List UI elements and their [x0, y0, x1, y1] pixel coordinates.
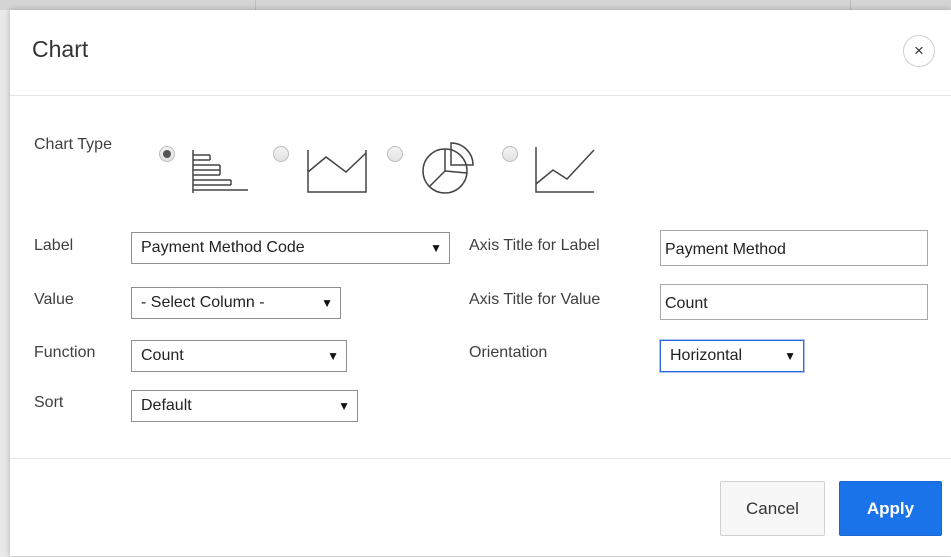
background-page [0, 0, 951, 10]
orientation-select[interactable]: Horizontal ▼ [660, 340, 804, 372]
dropdown-arrow-icon: ▼ [327, 349, 339, 363]
chart-type-bar-radio[interactable] [159, 146, 175, 162]
apply-button[interactable]: Apply [839, 481, 942, 536]
bar-chart-icon[interactable] [191, 149, 251, 194]
function-field-label: Function [34, 344, 96, 361]
dialog-footer: Cancel Apply [10, 458, 951, 557]
background-divider [255, 0, 256, 10]
close-button[interactable]: × [903, 35, 935, 67]
label-select[interactable]: Payment Method Code ▼ [131, 232, 450, 264]
axis-title-value-field-label: Axis Title for Value [469, 291, 601, 308]
chart-type-area-radio[interactable] [273, 146, 289, 162]
dropdown-arrow-icon: ▼ [430, 241, 442, 255]
dropdown-arrow-icon: ▼ [338, 399, 350, 413]
function-select-value: Count [141, 347, 184, 364]
orientation-field-label: Orientation [469, 344, 548, 361]
value-select-value: - Select Column - [141, 294, 265, 311]
value-field-label: Value [34, 291, 74, 308]
sort-field-label: Sort [34, 394, 64, 411]
chart-dialog: Chart × Chart Type Label Payment Method … [10, 10, 951, 556]
value-select[interactable]: - Select Column - ▼ [131, 287, 341, 319]
chart-type-line-radio[interactable] [502, 146, 518, 162]
label-select-value: Payment Method Code [141, 239, 305, 256]
label-field-label: Label [34, 237, 74, 254]
dialog-title: Chart [32, 36, 89, 62]
close-icon: × [914, 41, 924, 60]
sort-select[interactable]: Default ▼ [131, 390, 358, 422]
pie-chart-icon[interactable] [420, 140, 478, 198]
orientation-select-value: Horizontal [670, 347, 743, 364]
chart-type-label: Chart Type [34, 136, 112, 153]
sort-select-value: Default [141, 397, 192, 414]
dropdown-arrow-icon: ▼ [321, 296, 333, 310]
dialog-header: Chart × [10, 10, 951, 96]
chart-type-pie-radio[interactable] [387, 146, 403, 162]
function-select[interactable]: Count ▼ [131, 340, 347, 372]
background-divider [850, 0, 851, 10]
axis-title-value-input[interactable]: Count [660, 284, 928, 320]
axis-title-label-input[interactable]: Payment Method [660, 230, 928, 266]
cancel-button[interactable]: Cancel [720, 481, 825, 536]
line-chart-icon[interactable] [534, 146, 596, 194]
dropdown-arrow-icon: ▼ [784, 349, 796, 363]
area-chart-icon[interactable] [306, 149, 368, 194]
axis-title-label-field-label: Axis Title for Label [469, 237, 600, 254]
